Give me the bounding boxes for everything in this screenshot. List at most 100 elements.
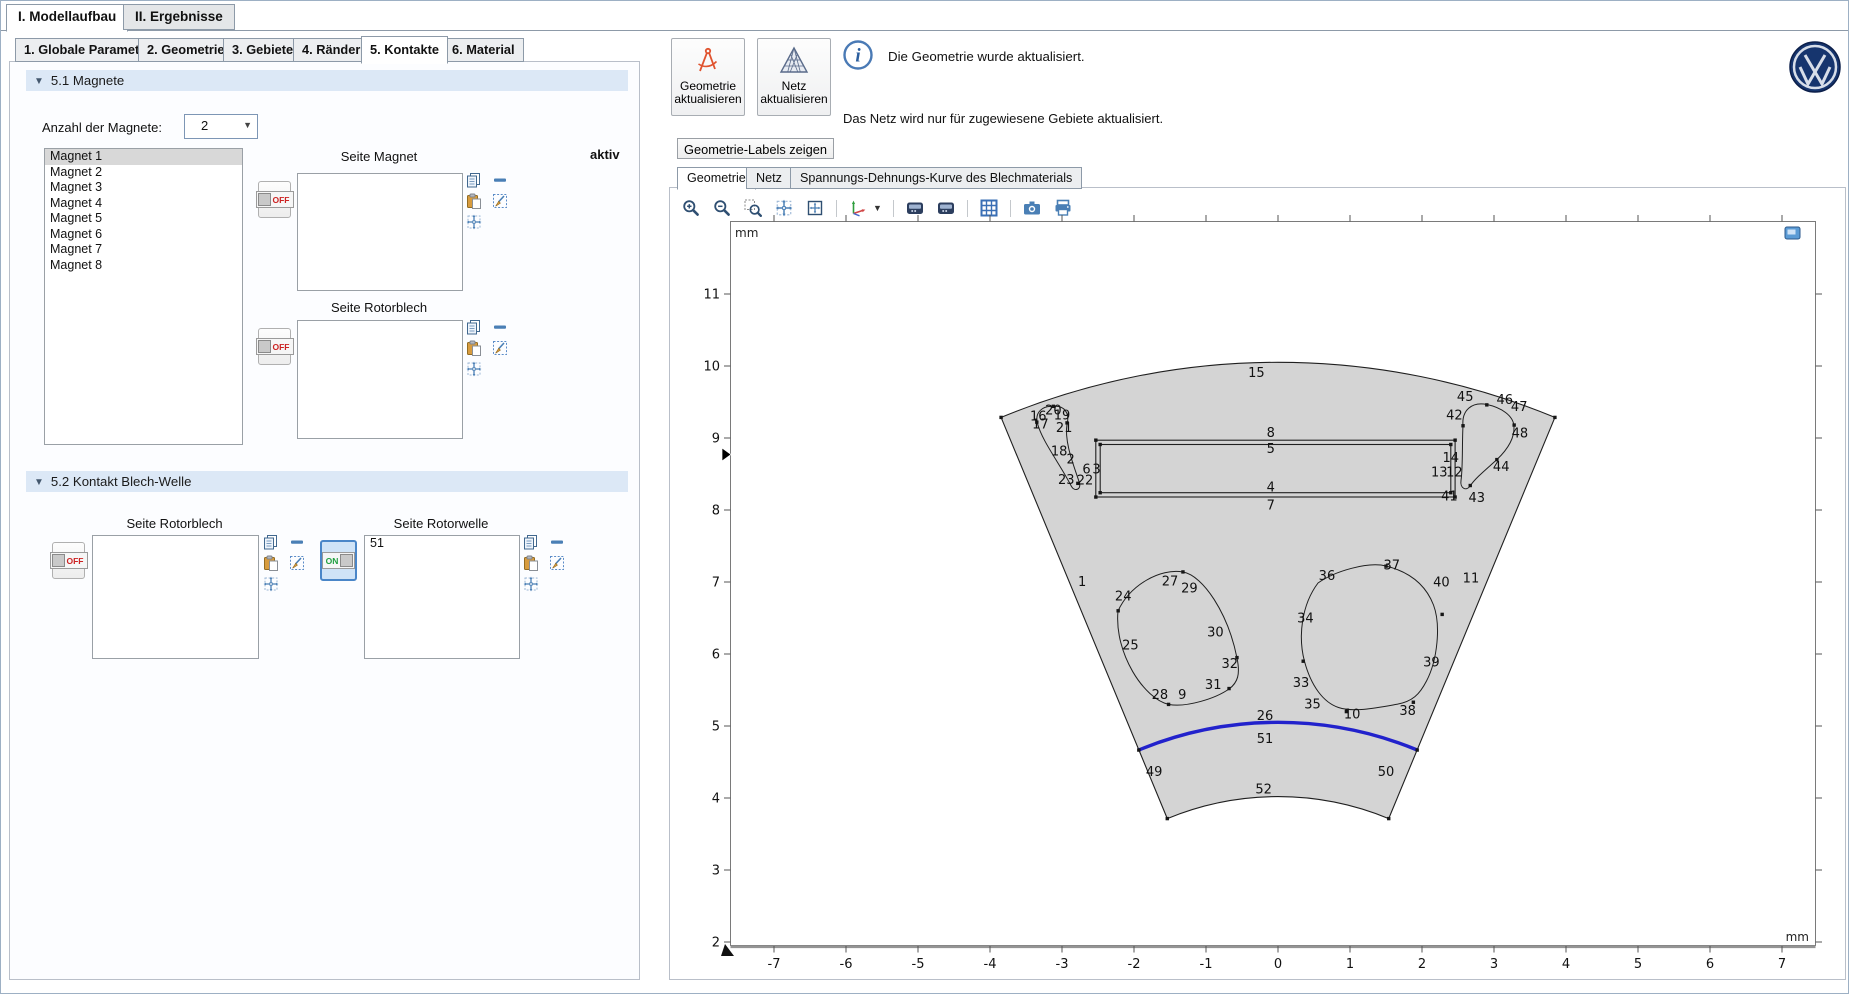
paste-icon[interactable] [466,193,482,209]
seite-magnet-toggle[interactable]: OFF [258,181,291,218]
aktiv-label: aktiv [590,147,620,162]
section-title: 5.2 Kontakt Blech-Welle [51,474,192,489]
button-label: Netz aktualisieren [760,80,827,106]
svg-text:36: 36 [1319,569,1336,584]
plot-view-icon[interactable] [1785,227,1800,239]
copy-icon[interactable] [523,534,539,550]
svg-text:35: 35 [1304,697,1321,712]
kontakt-rotorblech-selection-tools [263,534,307,592]
tab-divider [1,30,1848,31]
svg-text:40: 40 [1433,576,1450,591]
svg-text:26: 26 [1257,709,1274,724]
kontakt-rotorwelle-toggle[interactable]: ON [320,540,357,581]
svg-text:37: 37 [1383,558,1400,573]
tab-material[interactable]: 6. Material [443,38,524,62]
zoom-to-selection-icon[interactable] [466,214,482,230]
magnet-list[interactable]: Magnet 1Magnet 2Magnet 3Magnet 4Magnet 5… [44,148,243,445]
svg-text:2: 2 [712,936,720,951]
list-item[interactable]: Magnet 6 [45,227,242,243]
section-header-kontakt[interactable]: ▼ 5.2 Kontakt Blech-Welle [26,471,628,492]
copy-icon[interactable] [466,319,482,335]
list-item[interactable]: Magnet 8 [45,258,242,274]
svg-text:45: 45 [1457,390,1474,405]
geometry-status-message: Die Geometrie wurde aktualisiert. [888,49,1085,64]
clear-selection-icon[interactable] [289,555,305,571]
remove-icon[interactable] [492,172,508,188]
paste-icon[interactable] [466,340,482,356]
kontakte-settings-panel: ▼5.1 Magnete Anzahl der Magnete: 2 ▼ Mag… [9,61,640,980]
kontakt-rotorblech-selection-box[interactable] [92,535,259,659]
seite-magnet-selection-box[interactable] [297,173,463,291]
svg-text:11: 11 [703,288,720,303]
svg-text:i: i [855,46,861,67]
list-item[interactable]: Magnet 5 [45,211,242,227]
toggle-switch: ON [322,552,356,569]
vw-logo [1789,41,1841,93]
list-item[interactable]: Magnet 4 [45,196,242,212]
svg-text:32: 32 [1221,657,1238,672]
svg-text:4: 4 [1562,957,1570,972]
kontakt-rotorblech-label: Seite Rotorblech [92,516,257,531]
button-label: Geometrie aktualisieren [674,80,741,106]
svg-text:12: 12 [1446,466,1463,481]
tab-raender[interactable]: 4. Ränder [293,38,369,62]
paste-icon[interactable] [263,555,279,571]
kontakt-rotorwelle-selection-box[interactable]: 51 [364,535,520,659]
svg-text:-4: -4 [984,957,997,972]
geometry-plot[interactable]: -7-6-5-4-3-2-101234567234567891011 15111… [691,209,1841,984]
remove-icon[interactable] [492,319,508,335]
svg-text:7: 7 [1267,499,1275,514]
svg-text:7: 7 [712,576,720,591]
tab-geometrie[interactable]: 2. Geometrie [138,38,234,62]
svg-text:39: 39 [1423,656,1440,671]
list-item[interactable]: Magnet 1 [45,149,242,165]
clear-selection-icon[interactable] [492,193,508,209]
update-mesh-button[interactable]: Netz aktualisieren [757,38,831,116]
info-icon: i [842,39,874,71]
section-title: 5.1 Magnete [51,73,124,88]
list-item[interactable]: Magnet 3 [45,180,242,196]
tab-plot-netz[interactable]: Netz [746,167,792,189]
section-header-magnete[interactable]: ▼ 5.1 Magnete [26,70,628,91]
show-geometry-labels-button[interactable]: Geometrie-Labels zeigen [677,138,834,159]
svg-text:4: 4 [1267,481,1275,496]
toggle-switch: OFF [256,191,294,208]
svg-text:2: 2 [1418,957,1426,972]
svg-text:-5: -5 [912,957,925,972]
seite-rotorblech-selection-box[interactable] [297,320,463,439]
seite-rotorblech-toggle[interactable]: OFF [258,328,291,365]
svg-text:-6: -6 [840,957,853,972]
copy-icon[interactable] [263,534,279,550]
tab-kontakte[interactable]: 5. Kontakte [361,36,448,64]
anzahl-magnete-select[interactable]: 2 ▼ [184,114,258,139]
update-geometry-button[interactable]: Geometrie aktualisieren [671,38,745,116]
svg-text:27: 27 [1162,574,1179,589]
toggle-switch: OFF [256,338,294,355]
chevron-down-icon: ▼ [243,115,252,136]
list-item[interactable]: Magnet 2 [45,165,242,181]
clear-selection-icon[interactable] [492,340,508,356]
remove-icon[interactable] [289,534,305,550]
svg-text:6: 6 [1082,463,1090,478]
svg-text:8: 8 [712,504,720,519]
copy-icon[interactable] [466,172,482,188]
svg-text:38: 38 [1399,704,1416,719]
tab-gebiete[interactable]: 3. Gebiete [223,38,302,62]
tab-ergebnisse[interactable]: II. Ergebnisse [123,4,235,30]
remove-icon[interactable] [549,534,565,550]
tab-modellaufbau[interactable]: I. Modellaufbau [6,4,128,32]
svg-text:52: 52 [1255,782,1272,797]
clear-selection-icon[interactable] [549,555,565,571]
list-item[interactable]: 51 [365,536,519,552]
tab-plot-spannungs-dehnungs-kurve[interactable]: Spannungs-Dehnungs-Kurve des Blechmateri… [790,167,1082,189]
zoom-to-selection-icon[interactable] [466,361,482,377]
zoom-to-selection-icon[interactable] [523,576,539,592]
paste-icon[interactable] [523,555,539,571]
kontakt-rotorblech-toggle[interactable]: OFF [52,542,85,579]
tab-plot-geometrie[interactable]: Geometrie [677,167,756,190]
seite-rotorblech-label: Seite Rotorblech [297,300,461,315]
collapse-triangle-icon: ▼ [34,71,44,92]
zoom-to-selection-icon[interactable] [263,576,279,592]
collapse-triangle-icon: ▼ [34,472,44,493]
list-item[interactable]: Magnet 7 [45,242,242,258]
